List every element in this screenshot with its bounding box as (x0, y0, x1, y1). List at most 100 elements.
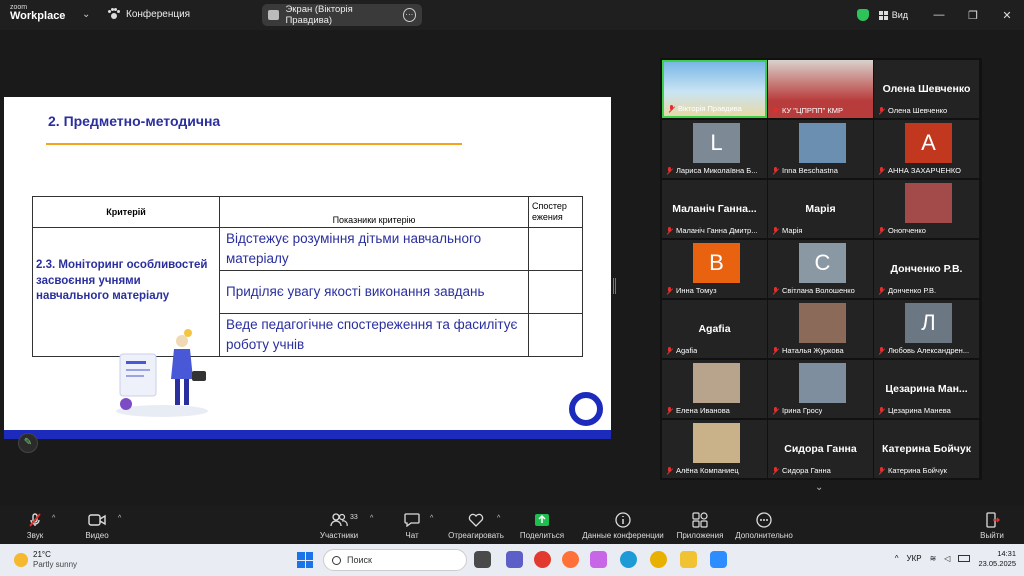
participant-name: Онопченко (888, 226, 926, 235)
participant-tile[interactable]: Вікторія Правдива (662, 60, 767, 118)
chat-options-caret[interactable]: ^ (430, 515, 433, 522)
participants-count: 33 (350, 514, 358, 521)
avatar: B (693, 243, 740, 283)
chevron-up-icon[interactable]: ^ (895, 554, 899, 563)
chevron-down-icon[interactable]: ⌄ (815, 482, 823, 493)
participant-name-label: Инна Томуз (666, 286, 717, 295)
copilot-icon[interactable] (590, 551, 607, 568)
chat-button[interactable]: Чат (398, 512, 426, 540)
participant-tile[interactable]: Донченко Р.В. Донченко Р.В. (874, 240, 979, 298)
participant-tile[interactable]: A АННА ЗАХАРЧЕНКО (874, 120, 979, 178)
participant-name-label: Світлана Волошенко (772, 286, 855, 295)
participant-tile[interactable]: B Инна Томуз (662, 240, 767, 298)
avatar: A (905, 123, 952, 163)
participant-name-label: Марія (772, 226, 802, 235)
participant-tile[interactable]: Agafia Agafia (662, 300, 767, 358)
muted-mic-icon (772, 286, 779, 295)
more-button[interactable]: Дополнительно (732, 512, 796, 540)
participant-name: Світлана Волошенко (782, 286, 855, 295)
participant-name: Елена Иванова (676, 406, 730, 415)
zoom-app-icon[interactable] (710, 551, 727, 568)
muted-mic-icon (666, 406, 673, 415)
muted-mic-icon (666, 166, 673, 175)
participant-name: Сидора Ганна (782, 466, 831, 475)
participant-tile[interactable]: Онопченко (874, 180, 979, 238)
video-button[interactable]: Видео (80, 512, 114, 540)
splitter-handle[interactable] (613, 278, 616, 294)
share-screen-icon (518, 512, 566, 528)
participant-tile[interactable]: Наталья Журкова (768, 300, 873, 358)
lang-indicator[interactable]: УКР (907, 554, 922, 563)
participant-tile[interactable]: Сидора Ганна Сидора Ганна (768, 420, 873, 478)
react-label: Отреагировать (448, 531, 504, 540)
logo-line2: Workplace (10, 10, 66, 22)
participant-tile[interactable]: L Лариса Миколаївна Б... (662, 120, 767, 178)
participant-tile[interactable]: Ірина Гросу (768, 360, 873, 418)
windows-start-icon[interactable] (297, 552, 313, 568)
edge-icon[interactable] (620, 551, 637, 568)
minimize-button[interactable]: — (922, 9, 956, 21)
meeting-info-button[interactable]: Данные конференции (578, 512, 668, 540)
meeting-menu[interactable]: Конференция (108, 8, 190, 20)
wifi-icon[interactable]: ≋ (930, 554, 937, 563)
participant-tile[interactable]: C Світлана Волошенко (768, 240, 873, 298)
leave-button[interactable]: Выйти (976, 512, 1008, 540)
participant-tile[interactable]: КУ "ЦПРПП" КМР (768, 60, 873, 118)
close-button[interactable]: ✕ (990, 9, 1024, 22)
avatar: C (799, 243, 846, 283)
taskbar-search[interactable]: Поиск (323, 549, 467, 571)
volume-icon[interactable]: ◁ (944, 554, 950, 563)
participant-tile[interactable]: Олена Шевченко Олена Шевченко (874, 60, 979, 118)
weather-text: Partly sunny (33, 559, 78, 569)
zoom-window: zoom Workplace ⌄ Конференция Экран (Вікт… (0, 0, 1024, 576)
participant-name: Катерина Бойчук (888, 466, 947, 475)
file-explorer-icon[interactable] (680, 551, 697, 568)
participant-tile[interactable]: Цезарина Ман... Цезарина Манева (874, 360, 979, 418)
view-button[interactable]: Вид (878, 10, 908, 20)
indicator-cell: Приділяє увагу якості виконання завдань (219, 270, 529, 314)
participant-display-name: Сидора Ганна (784, 443, 857, 455)
video-options-caret[interactable]: ^ (118, 515, 121, 522)
participant-tile[interactable]: Алёна Компаниец (662, 420, 767, 478)
apps-button[interactable]: Приложения (674, 512, 726, 540)
screen-share-pill[interactable]: Экран (Вікторія Правдива) ··· (262, 4, 422, 26)
muted-mic-icon (878, 106, 885, 115)
participant-name: АННА ЗАХАРЧЕНКО (888, 166, 961, 175)
participant-tile[interactable]: Катерина Бойчук Катерина Бойчук (874, 420, 979, 478)
share-button[interactable]: Поделиться (518, 512, 566, 540)
restore-button[interactable]: ❐ (956, 9, 990, 22)
participant-tile[interactable]: Маланіч Ганна... Маланіч Ганна Дмитр... (662, 180, 767, 238)
participant-tile[interactable]: Л Любовь Александрен... (874, 300, 979, 358)
participant-name: Алёна Компаниец (676, 466, 739, 475)
participant-tile[interactable]: Inna Beschastna (768, 120, 873, 178)
chrome-icon[interactable] (650, 551, 667, 568)
shield-icon[interactable] (856, 9, 869, 21)
battery-icon[interactable] (958, 555, 971, 563)
participant-name: Inna Beschastna (782, 166, 838, 175)
participant-name-label: АННА ЗАХАРЧЕНКО (878, 166, 961, 175)
muted-mic-icon (772, 106, 779, 115)
react-options-caret[interactable]: ^ (497, 515, 500, 522)
weather-widget[interactable]: 21°C Partly sunny (14, 550, 77, 569)
muted-mic-icon (878, 226, 885, 235)
firefox-icon[interactable] (562, 551, 579, 568)
task-view-icon[interactable] (474, 551, 491, 568)
participant-tile[interactable]: Марія Марія (768, 180, 873, 238)
participant-tile[interactable]: Елена Иванова (662, 360, 767, 418)
more-options-icon[interactable]: ··· (402, 8, 416, 22)
participant-name-label: Ірина Гросу (772, 406, 822, 415)
audio-button[interactable]: Звук (18, 512, 52, 540)
clock[interactable]: 14:31 23.05.2025 (978, 549, 1016, 569)
shared-screen-slide: 2. Предметно-методична Критерій Показник… (4, 97, 611, 439)
annotate-pencil-icon[interactable]: ✎ (18, 433, 38, 453)
participant-name-label: Олена Шевченко (878, 106, 947, 115)
participant-name: Ірина Гросу (782, 406, 823, 415)
chevron-down-icon[interactable]: ⌄ (82, 9, 90, 20)
audio-options-caret[interactable]: ^ (52, 515, 55, 522)
teams-icon[interactable] (506, 551, 523, 568)
opera-icon[interactable] (534, 551, 551, 568)
apps-label: Приложения (676, 531, 724, 540)
meeting-info-label: Данные конференции (582, 531, 664, 540)
participants-options-caret[interactable]: ^ (370, 515, 373, 522)
participant-video (905, 183, 952, 223)
